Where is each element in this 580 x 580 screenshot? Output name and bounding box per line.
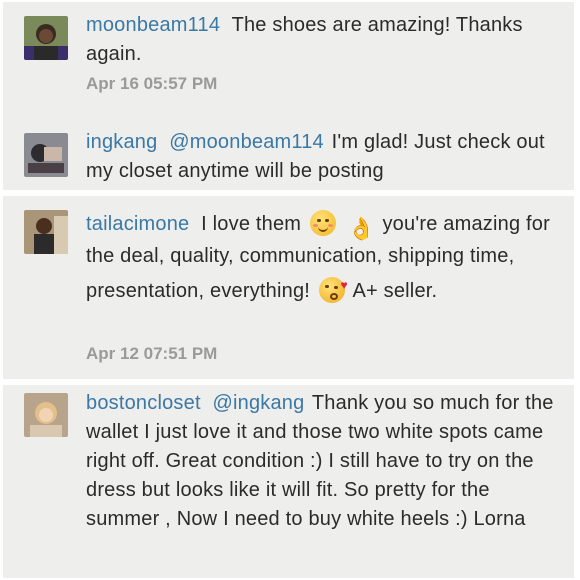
kissing-face-icon: ♥ xyxy=(318,277,348,303)
comment-body: moonbeam114 The shoes are amazing! Thank… xyxy=(86,11,556,69)
avatar[interactable] xyxy=(24,393,68,437)
comment-username[interactable]: bostoncloset xyxy=(86,392,201,414)
comment-mention[interactable]: @ingkang xyxy=(212,392,304,414)
comment-username[interactable]: ingkang xyxy=(86,131,157,153)
avatar[interactable] xyxy=(24,16,68,60)
avatar[interactable] xyxy=(24,133,68,177)
smiling-face-icon xyxy=(309,210,336,236)
avatar[interactable] xyxy=(24,210,68,254)
comment-username[interactable]: moonbeam114 xyxy=(86,14,220,36)
comment-body: bostoncloset @ingkang Thank you so much … xyxy=(86,389,556,534)
comment-panel-3: bostoncloset @ingkang Thank you so much … xyxy=(3,385,574,578)
ok-hand-icon: 👌 xyxy=(347,216,376,241)
comment-text: I love them xyxy=(201,213,302,235)
comment-text: A+ seller. xyxy=(352,280,438,302)
comment-timestamp: Apr 12 07:51 PM xyxy=(86,344,218,363)
comment-body: tailacimone I love them 👌 you're amazing… xyxy=(86,210,556,306)
comment-mention[interactable]: @moonbeam114 xyxy=(169,131,324,153)
comment-panel-2: tailacimone I love them 👌 you're amazing… xyxy=(3,196,574,379)
comment-username[interactable]: tailacimone xyxy=(86,213,189,235)
comment-panel-1: moonbeam114 The shoes are amazing! Thank… xyxy=(3,2,574,190)
comment-timestamp: Apr 16 05:57 PM xyxy=(86,74,218,93)
comment-body: ingkang @moonbeam114 I'm glad! Just chec… xyxy=(86,128,556,186)
comment-text: presentation, everything! xyxy=(86,280,311,302)
